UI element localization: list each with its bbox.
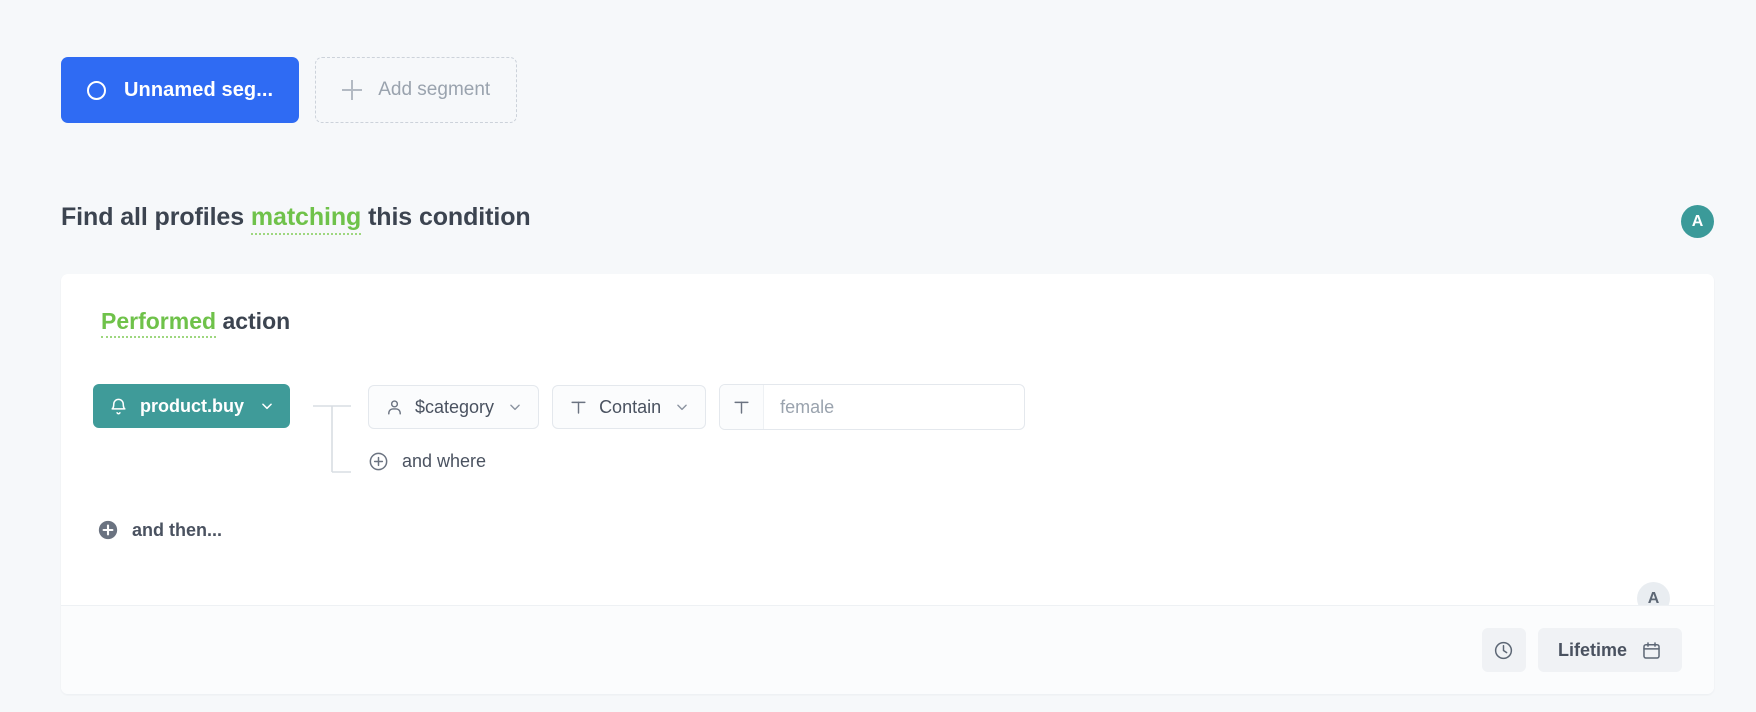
add-segment-label: Add segment	[378, 79, 491, 100]
filter-operator-label: Contain	[599, 396, 662, 417]
event-chip-product-buy[interactable]: product.buy	[93, 384, 290, 428]
condition-title: Performed action	[101, 308, 291, 338]
branch-connector-line	[311, 394, 353, 484]
condition-card: Performed action A product.buy $category…	[61, 274, 1714, 694]
filter-row: $category Contain	[368, 384, 1026, 430]
segment-tab-label: Unnamed seg...	[124, 78, 274, 101]
timeframe-button[interactable]: Lifetime	[1537, 628, 1682, 672]
segment-tab-bar: Unnamed seg... Add segment	[61, 57, 518, 123]
condition-performed-keyword[interactable]: Performed	[101, 308, 217, 338]
add-filter-button[interactable]: and where	[368, 451, 486, 472]
history-button[interactable]	[1481, 628, 1526, 672]
chevron-down-icon	[675, 400, 689, 414]
calendar-icon	[1641, 640, 1662, 661]
add-segment-button[interactable]: Add segment	[315, 57, 518, 123]
add-step-button[interactable]: and then...	[97, 519, 222, 541]
filter-value-field	[719, 384, 1026, 430]
circle-plus-filled-icon	[97, 519, 119, 541]
add-step-label: and then...	[132, 519, 222, 540]
segment-tab-active[interactable]: Unnamed seg...	[61, 57, 300, 123]
circle-plus-outline-icon	[368, 451, 389, 472]
chevron-down-icon	[260, 399, 274, 413]
filter-property-select[interactable]: $category	[368, 385, 540, 429]
footer-controls: Lifetime	[1481, 628, 1682, 672]
filter-operator-select[interactable]: Contain	[552, 385, 707, 429]
avatar-top-initial: A	[1691, 212, 1704, 230]
plus-icon	[342, 80, 363, 100]
clock-icon	[1493, 640, 1514, 661]
headline-prefix: Find all profiles	[61, 203, 251, 231]
condition-title-rest: action	[222, 308, 291, 334]
condition-card-footer: Lifetime	[61, 605, 1714, 694]
circle-icon	[87, 80, 106, 100]
text-type-icon	[569, 398, 588, 417]
user-icon	[385, 398, 404, 417]
headline-match-keyword[interactable]: matching	[250, 203, 361, 235]
filter-property-label: $category	[415, 396, 495, 417]
chevron-down-icon	[508, 400, 522, 414]
headline-suffix: this condition	[361, 203, 531, 231]
add-filter-label: and where	[402, 451, 487, 471]
filter-value-input[interactable]	[764, 385, 1025, 429]
timeframe-label: Lifetime	[1557, 639, 1627, 660]
avatar-top[interactable]: A	[1681, 205, 1714, 238]
text-type-icon	[720, 385, 765, 429]
page-title: Find all profiles matching this conditio…	[61, 203, 531, 235]
bell-icon	[109, 397, 128, 416]
event-chip-label: product.buy	[140, 395, 244, 416]
condition-card-body: Performed action A product.buy $category…	[61, 274, 1714, 615]
